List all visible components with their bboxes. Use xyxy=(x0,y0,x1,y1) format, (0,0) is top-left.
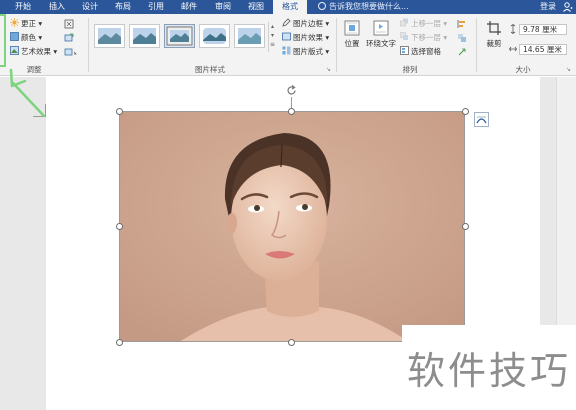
group-objects-icon[interactable] xyxy=(457,33,469,43)
wrap-text-button[interactable]: 环绕文字 xyxy=(364,20,398,49)
align-icon[interactable] xyxy=(457,19,469,29)
tab-references[interactable]: 引用 xyxy=(141,0,171,14)
style-thumb-5[interactable] xyxy=(234,24,265,48)
tab-insert[interactable]: 插入 xyxy=(42,0,72,14)
pen-icon xyxy=(282,18,291,27)
resize-handle-top[interactable] xyxy=(288,108,295,115)
watermark-text: 软件技巧 xyxy=(407,349,572,393)
tab-layout[interactable]: 布局 xyxy=(108,0,138,14)
crop-icon xyxy=(487,21,501,35)
resize-handle-bottom[interactable] xyxy=(288,339,295,346)
tab-format[interactable]: 格式 xyxy=(273,0,307,14)
resize-handle-top-right[interactable] xyxy=(462,108,469,115)
wrap-text-label: 环绕文字 xyxy=(366,39,396,48)
tab-design[interactable]: 设计 xyxy=(75,0,105,14)
lightbulb-icon xyxy=(318,2,326,10)
ribbon-tab-bar: 开始 插入 设计 布局 引用 邮件 审阅 视图 格式 告诉我您想要做什么... … xyxy=(0,0,576,14)
style-thumb-1[interactable] xyxy=(94,24,125,48)
color-button[interactable]: 颜色 ▾ xyxy=(10,32,42,44)
position-icon xyxy=(344,20,360,36)
picture-layout-button[interactable]: 图片版式 ▾ xyxy=(282,46,329,58)
bring-forward-label: 上移一层 xyxy=(411,19,441,28)
tab-home[interactable]: 开始 xyxy=(8,0,38,14)
layout-options-icon xyxy=(476,116,487,124)
bring-forward-icon xyxy=(400,18,408,27)
style-thumb-2[interactable] xyxy=(129,24,160,48)
group-divider xyxy=(476,18,477,72)
height-input[interactable]: 9.78 厘米 xyxy=(519,24,567,35)
arrange-group-label: 排列 xyxy=(402,65,418,74)
picture-effects-button[interactable]: 图片效果 ▾ xyxy=(282,32,329,44)
compress-pictures-icon[interactable] xyxy=(64,19,74,29)
selection-pane-label: 选择窗格 xyxy=(411,47,441,56)
tell-me-text: 告诉我您想要做什么... xyxy=(329,2,409,11)
wrap-text-icon xyxy=(373,20,389,36)
position-button[interactable]: 位置 xyxy=(340,20,364,49)
resize-handle-top-left[interactable] xyxy=(116,108,123,115)
crop-button[interactable]: 裁剪 xyxy=(482,20,506,49)
send-backward-label: 下移一层 xyxy=(411,33,441,42)
selection-pane-icon xyxy=(400,46,409,55)
color-icon xyxy=(10,32,19,41)
annotation-arrow-icon xyxy=(9,68,46,118)
crop-label: 裁剪 xyxy=(486,39,502,48)
tab-review[interactable]: 审阅 xyxy=(208,0,238,14)
rotate-handle-icon[interactable] xyxy=(285,84,298,97)
width-icon xyxy=(509,46,517,52)
color-label: 颜色 xyxy=(21,33,36,42)
send-backward-button[interactable]: 下移一层 ▾ xyxy=(400,32,447,44)
sun-icon xyxy=(10,18,19,27)
group-divider xyxy=(88,18,89,72)
dialog-launcher-icon[interactable]: ↘ xyxy=(326,66,331,73)
layout-options-button[interactable] xyxy=(474,112,489,127)
picture-selection-frame xyxy=(119,111,465,342)
login-link[interactable]: 登录 xyxy=(540,0,556,14)
position-label: 位置 xyxy=(344,39,360,48)
size-dialog-launcher-icon[interactable]: ↘ xyxy=(566,66,571,73)
rotate-objects-icon[interactable] xyxy=(457,47,469,57)
size-group-label: 大小 xyxy=(515,65,531,74)
change-picture-icon[interactable] xyxy=(64,33,74,43)
picture-border-button[interactable]: 图片边框 ▾ xyxy=(282,18,329,30)
picture-layout-label: 图片版式 xyxy=(293,47,323,56)
style-thumb-4[interactable] xyxy=(199,24,230,48)
resize-handle-left[interactable] xyxy=(116,223,123,230)
tell-me-box[interactable]: 告诉我您想要做什么... xyxy=(318,0,409,14)
corrections-button[interactable]: 更正 ▾ xyxy=(10,18,42,30)
picture-styles-gallery[interactable] xyxy=(92,22,270,52)
tab-view[interactable]: 视图 xyxy=(241,0,271,14)
tab-mailings[interactable]: 邮件 xyxy=(174,0,204,14)
ribbon-format: 更正 ▾ 颜色 ▾ 艺术效果 ▾ 调整 ▴ ▾ ≡ 图片边框 ▾ 图片效果 ▾ … xyxy=(0,14,576,76)
group-divider xyxy=(336,18,337,72)
layout-icon xyxy=(282,46,291,55)
resize-handle-right[interactable] xyxy=(462,223,469,230)
effects-icon xyxy=(282,32,291,41)
send-backward-icon xyxy=(400,32,408,40)
gallery-scroll[interactable]: ▴ ▾ ≡ xyxy=(268,22,276,52)
selection-pane-button[interactable]: 选择窗格 xyxy=(400,46,441,58)
picture-effects-label: 图片效果 xyxy=(293,33,323,42)
picture-border-label: 图片边框 xyxy=(293,19,323,28)
style-thumb-3[interactable] xyxy=(164,24,195,48)
width-input[interactable]: 14.65 厘米 xyxy=(519,44,567,55)
bring-forward-button[interactable]: 上移一层 ▾ xyxy=(400,18,447,30)
height-icon xyxy=(510,24,516,34)
user-share-icon[interactable] xyxy=(563,2,573,12)
reset-picture-icon[interactable] xyxy=(64,47,78,57)
resize-handle-bottom-left[interactable] xyxy=(116,339,123,346)
picture-styles-group-label: 图片样式 xyxy=(195,65,225,74)
corrections-label: 更正 xyxy=(21,19,36,28)
